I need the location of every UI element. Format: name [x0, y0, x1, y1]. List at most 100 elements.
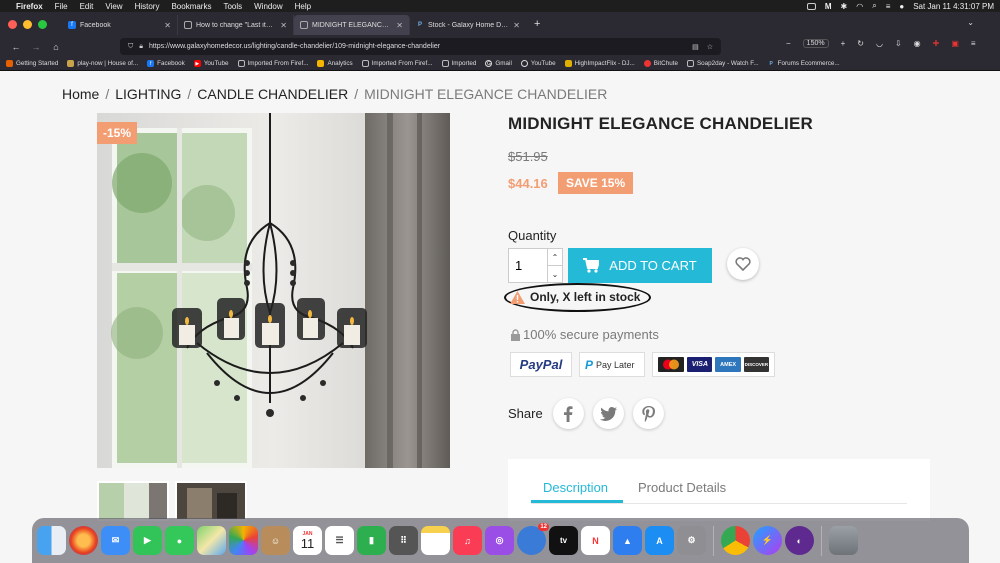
bookmark-item[interactable]: HighImpactFlix - DJ... — [564, 60, 635, 67]
pocket-icon[interactable]: ◡ — [876, 39, 883, 48]
url-bar[interactable]: ⛉ 🔒︎ https://www.galaxyhomedecor.us/ligh… — [120, 38, 721, 55]
tab-description[interactable]: Description — [543, 480, 608, 495]
bookmark-folder[interactable]: Imported From Firef... — [237, 60, 308, 67]
browser-tab-how-to[interactable]: How to change "Last items in st ✕ — [178, 15, 294, 35]
menubar-clock[interactable]: Sat Jan 11 4:31:07 PM — [913, 2, 994, 11]
thumbnail-1[interactable] — [97, 481, 169, 521]
messages-icon[interactable]: ● — [165, 526, 194, 555]
contacts-icon[interactable]: ☺ — [261, 526, 290, 555]
bookmark-item[interactable]: YouTube — [520, 60, 556, 67]
downloads-icon[interactable]: ⇩ — [895, 39, 902, 48]
wishlist-button[interactable] — [727, 248, 759, 280]
calendar-icon[interactable]: JAN 11 — [293, 526, 322, 555]
shield-icon[interactable]: ⛉ — [128, 43, 133, 51]
quantity-down-icon[interactable]: ⌄ — [548, 266, 562, 282]
close-tab-icon[interactable]: ✕ — [280, 21, 287, 30]
account-icon[interactable]: ◉ — [914, 39, 921, 48]
product-main-image[interactable] — [97, 113, 450, 468]
menu-window[interactable]: Window — [254, 2, 282, 11]
status-icon[interactable] — [806, 2, 816, 10]
appstore-update-icon[interactable]: 12 — [517, 523, 549, 555]
zoom-out-icon[interactable]: − — [786, 39, 791, 48]
browser-tab-stock[interactable]: P Stock - Galaxy Home Decor & G ✕ — [410, 15, 526, 35]
bookmark-item[interactable]: BitChute — [643, 60, 678, 67]
menu-history[interactable]: History — [135, 2, 160, 11]
list-all-tabs-icon[interactable]: ⌄ — [967, 18, 974, 27]
bookmark-folder[interactable]: Imported From Firef... — [361, 60, 433, 67]
back-icon[interactable]: ← — [8, 42, 24, 52]
quantity-input[interactable] — [509, 249, 547, 282]
breadcrumb-category[interactable]: CANDLE CHANDELIER — [197, 86, 348, 102]
maps-icon[interactable] — [197, 526, 226, 555]
wifi-icon[interactable]: ◠ — [856, 2, 863, 11]
reload-icon[interactable]: ↻ — [857, 39, 864, 48]
home-icon[interactable]: ⌂ — [48, 42, 64, 52]
new-tab-button[interactable]: + — [534, 18, 540, 30]
menu-view[interactable]: View — [105, 2, 122, 11]
share-pinterest-button[interactable] — [632, 398, 664, 429]
zoom-level[interactable]: 150% — [802, 39, 829, 48]
photos-icon[interactable] — [229, 526, 258, 555]
search-icon[interactable]: ⌕ — [872, 1, 876, 11]
breadcrumb-lighting[interactable]: LIGHTING — [115, 86, 181, 102]
music-icon[interactable]: ♫ — [453, 526, 482, 555]
url-text[interactable]: https://www.galaxyhomedecor.us/lighting/… — [149, 43, 440, 50]
bookmark-item[interactable]: Analytics — [317, 60, 353, 67]
bluetooth-icon[interactable]: ✱ — [841, 2, 848, 11]
numbers-icon[interactable]: ▮ — [357, 526, 386, 555]
tor-browser-icon[interactable]: ◐ — [785, 526, 814, 555]
menu-edit[interactable]: Edit — [80, 2, 94, 11]
minimize-window-button[interactable] — [23, 19, 32, 29]
system-settings-icon[interactable]: ⚙ — [677, 526, 706, 555]
bookmark-item[interactable]: Getting Started — [6, 60, 58, 67]
quantity-up-icon[interactable]: ⌃ — [548, 249, 562, 266]
menu-file[interactable]: File — [55, 2, 68, 11]
bookmark-item[interactable]: G Gmail — [485, 60, 512, 67]
menu-app-name[interactable]: Firefox — [16, 2, 43, 11]
chrome-icon[interactable] — [721, 526, 750, 555]
menu-bookmarks[interactable]: Bookmarks — [171, 2, 211, 11]
lock-icon[interactable]: 🔒︎ — [139, 43, 143, 51]
launchpad-icon[interactable]: ⠿ — [389, 526, 418, 555]
bookmark-item[interactable]: f Facebook — [147, 60, 185, 67]
firefox-icon[interactable] — [69, 526, 98, 555]
bookmark-item[interactable]: P Forums Ecommerce... — [768, 60, 840, 67]
control-center-icon[interactable]: ≡ — [886, 2, 891, 11]
breadcrumb-home[interactable]: Home — [62, 86, 99, 102]
bookmark-item[interactable]: play-now | House of... — [67, 60, 138, 67]
close-window-button[interactable] — [8, 19, 17, 29]
zoom-in-icon[interactable]: + — [841, 39, 846, 48]
browser-tab-facebook[interactable]: f Facebook ✕ — [62, 15, 178, 35]
flag-extension-icon[interactable]: ✚ — [933, 39, 940, 48]
reader-view-icon[interactable]: ▤ — [692, 43, 699, 51]
close-tab-icon[interactable]: ✕ — [513, 21, 520, 30]
finder-icon[interactable] — [37, 526, 66, 555]
menu-tools[interactable]: Tools — [223, 2, 242, 11]
browser-tab-active[interactable]: MIDNIGHT ELEGANCE CHANDE ✕ — [294, 15, 410, 35]
notes-icon[interactable] — [421, 526, 450, 555]
app-menu-icon[interactable]: ≡ — [971, 39, 976, 48]
bookmark-item[interactable]: Soap2day - Watch F... — [686, 60, 759, 67]
menu-help[interactable]: Help — [295, 2, 311, 11]
status-m-icon[interactable]: M — [825, 2, 832, 11]
thumbnail-2[interactable] — [175, 481, 247, 521]
podcasts-icon[interactable]: ◎ — [485, 526, 514, 555]
close-tab-icon[interactable]: ✕ — [396, 21, 403, 30]
zoom-window-button[interactable] — [38, 19, 47, 29]
app-store-icon[interactable]: A — [645, 526, 674, 555]
news-icon[interactable]: N — [581, 526, 610, 555]
bookmark-item[interactable]: ▶ YouTube — [193, 60, 229, 67]
tab-product-details[interactable]: Product Details — [638, 480, 726, 495]
add-to-cart-button[interactable]: ADD TO CART — [568, 248, 712, 283]
messenger-icon[interactable]: ⚡ — [753, 526, 782, 555]
reminders-icon[interactable]: ☰ — [325, 526, 354, 555]
bookmark-folder[interactable]: Imported — [441, 60, 476, 67]
bookmark-star-icon[interactable]: ☆ — [707, 43, 713, 51]
forward-icon[interactable]: → — [28, 42, 44, 52]
trash-icon[interactable] — [829, 526, 858, 555]
keynote-icon[interactable]: ▲ — [613, 526, 642, 555]
siri-icon[interactable]: ● — [899, 2, 904, 11]
extension-icon[interactable]: ▣ — [951, 39, 959, 48]
close-tab-icon[interactable]: ✕ — [164, 21, 171, 30]
share-facebook-button[interactable] — [552, 398, 584, 429]
